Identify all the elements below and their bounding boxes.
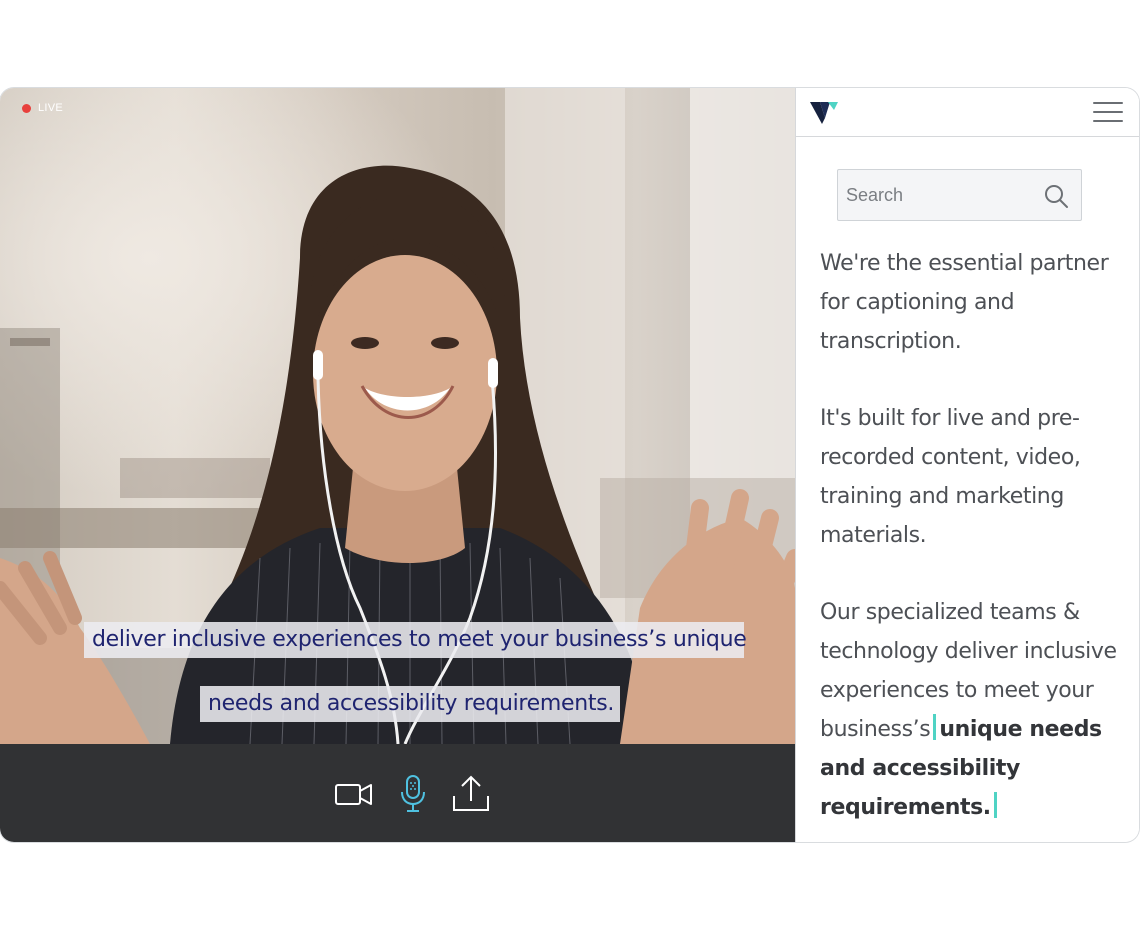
microphone-button[interactable] <box>393 774 433 814</box>
info-panel: We're the essential partner for captioni… <box>795 88 1139 842</box>
app-window: LIVE deliver inclusive experiences to me… <box>0 88 1139 842</box>
microphone-icon <box>401 775 425 812</box>
camera-button[interactable] <box>334 774 374 814</box>
live-label: LIVE <box>38 102 64 114</box>
video-camera-icon <box>335 784 372 805</box>
video-control-bar <box>0 744 795 842</box>
live-dot-icon <box>22 103 31 113</box>
search-input[interactable] <box>838 170 1038 220</box>
caption-line-2: needs and accessibility requirements. <box>200 686 620 722</box>
upload-icon <box>453 775 489 811</box>
search-icon[interactable] <box>1043 183 1069 209</box>
brand-logo-icon[interactable] <box>810 100 840 126</box>
text-cursor-start <box>933 714 937 740</box>
panel-header <box>796 88 1139 137</box>
video-player[interactable]: LIVE deliver inclusive experiences to me… <box>0 88 795 744</box>
panel-copy: We're the essential partner for captioni… <box>820 244 1130 842</box>
paragraph-2: It's built for live and pre-recorded con… <box>820 406 1081 548</box>
paragraph-1: We're the essential partner for captioni… <box>820 251 1109 354</box>
upload-button[interactable] <box>451 774 491 814</box>
hamburger-menu-icon[interactable] <box>1093 100 1123 124</box>
search-box <box>837 169 1082 221</box>
text-cursor-end <box>993 792 997 818</box>
caption-line-1: deliver inclusive experiences to meet yo… <box>84 622 747 658</box>
live-indicator: LIVE <box>22 102 63 114</box>
paragraph-3: Our specialized teams & technology deliv… <box>820 593 1130 827</box>
